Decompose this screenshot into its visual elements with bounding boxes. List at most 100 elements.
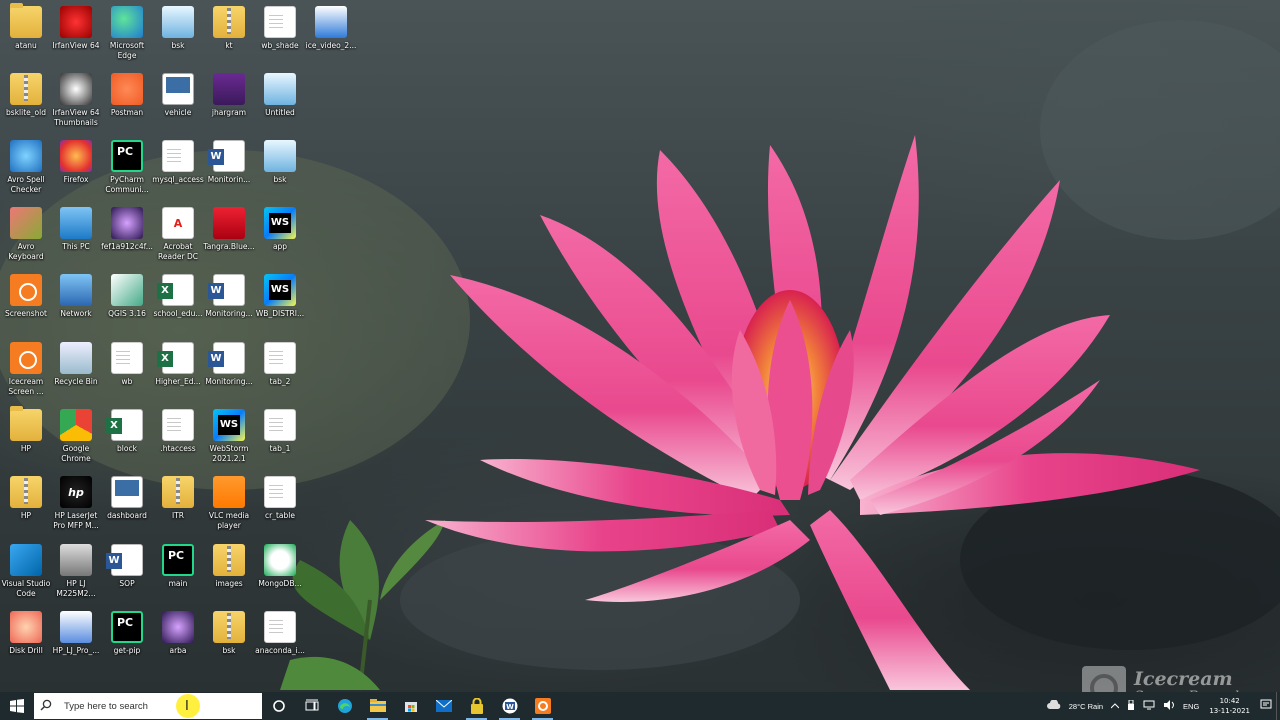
zip-folder-icon [10,73,42,105]
desktop-icon[interactable]: IrfanView 64 [51,2,101,64]
desktop-icon[interactable]: cr_table [255,472,305,534]
desktop-icon[interactable]: Untitled [255,69,305,131]
desktop-icon[interactable]: hp HP LaserJet Pro MFP M... [51,472,101,534]
desktop-icon[interactable]: Tangra.Blue... [203,203,255,265]
weather-text[interactable]: 28°C Rain [1069,702,1103,711]
desktop-icon[interactable]: bsk [255,136,305,198]
desktop-icon[interactable]: Firefox [51,136,101,198]
desktop-icon[interactable]: vehicle [153,69,203,131]
lock-app-icon[interactable] [460,692,493,720]
desktop-icon-label: main [168,579,188,588]
desktop-icon[interactable]: Monitorin... [204,136,254,198]
desktop-icon[interactable]: MongoDB... [255,540,305,602]
desktop-icon[interactable]: HP LJ M225M2... [51,540,101,602]
windows-start-icon[interactable] [0,692,33,720]
desktop-icon[interactable]: tab_2 [255,338,305,400]
edge-taskbar-icon[interactable] [328,692,361,720]
desktop-icon[interactable]: WS app [255,203,305,265]
desktop-icon[interactable]: anaconda_i... [255,607,305,669]
desktop-icon[interactable]: Screenshot [1,270,51,332]
desktop-icon[interactable]: ice_video_2... [306,2,356,64]
desktop-icon[interactable]: arba [153,607,203,669]
desktop-icon[interactable]: Microsoft Edge [102,2,152,64]
desktop-icon[interactable]: Visual Studio Code [1,540,51,602]
desktop-icon[interactable]: Higher_Ed... [153,338,203,400]
desktop-icon-label: MongoDB... [258,579,302,588]
desktop-icon-label: Disk Drill [9,646,43,655]
file-explorer-icon[interactable] [361,692,394,720]
desktop-icon[interactable]: dashboard [102,472,152,534]
word-file-icon [208,140,245,172]
desktop-icon[interactable]: HP [1,472,51,534]
desktop-icon[interactable]: fef1a912c4f... [101,203,153,265]
desktop-icon[interactable]: SOP [102,540,152,602]
zip-folder-icon [213,6,245,38]
desktop-icon[interactable]: ITR [153,472,203,534]
desktop-icon[interactable]: A Acrobat Reader DC [153,203,203,265]
this-pc-icon [60,207,92,239]
desktop-icon[interactable]: .htaccess [153,405,203,467]
desktop-icon[interactable]: Recycle Bin [51,338,101,400]
mail-icon[interactable] [427,692,460,720]
desktop-icon-label: get-pip [113,646,141,655]
desktop-icon[interactable]: HP [1,405,51,467]
desktop-icon[interactable]: PC PyCharm Communi... [102,136,152,198]
show-desktop-button[interactable] [1276,692,1280,720]
search-box[interactable]: Type here to search I [34,693,262,719]
desktop-icon[interactable]: school_edu... [153,270,203,332]
desktop-icon[interactable]: Postman [102,69,152,131]
desktop-icon[interactable]: images [204,540,254,602]
desktop-icon[interactable]: wb [102,338,152,400]
notification-icon[interactable] [1260,699,1272,713]
desktop-icon[interactable]: bsklite_old [1,69,51,131]
desktop-icon[interactable]: mysql_access [152,136,204,198]
desktop-icon[interactable]: WS WB_DISTRI... [255,270,305,332]
desktop-icon-label: HP [20,511,32,520]
word-taskbar-icon[interactable]: W [493,692,526,720]
desktop-icon[interactable]: PC main [153,540,203,602]
desktop-icon[interactable]: VLC media player [204,472,254,534]
desktop-icon[interactable]: Network [51,270,101,332]
desktop-icon[interactable]: Monitoring... [204,338,254,400]
desktop-icon[interactable]: bsk [153,2,203,64]
desktop-icon[interactable]: jhargram [204,69,254,131]
desktop-icon-label: app [272,242,288,251]
desktop-icon[interactable]: wb_shade [255,2,305,64]
clock-date: 13-11-2021 [1209,707,1250,715]
desktop-icon[interactable]: This PC [51,203,101,265]
hp-printer-tool-icon [60,611,92,643]
network-wifi-icon[interactable] [1143,700,1155,712]
desktop-icon[interactable]: Google Chrome [51,405,101,467]
desktop-icon-label: cr_table [265,511,295,520]
icecream-recorder-icon[interactable] [526,692,559,720]
desktop-icon[interactable]: block [102,405,152,467]
cortana-icon[interactable] [262,692,295,720]
taskbar: Type here to search I W 28°C Rain ENG 10… [0,692,1280,720]
desktop-icon[interactable]: Icecream Screen ... [1,338,51,400]
desktop-icon[interactable]: QGIS 3.16 [102,270,152,332]
desktop-icon[interactable]: kt [204,2,254,64]
zip-document-icon [264,342,296,374]
desktop-icon[interactable]: IrfanView 64 Thumbnails [51,69,101,131]
desktop-icon[interactable]: tab_1 [255,405,305,467]
desktop-icon[interactable]: Monitoring... [204,270,254,332]
desktop-icon[interactable]: Disk Drill [1,607,51,669]
weather-icon[interactable] [1046,699,1061,712]
desktop-icon[interactable]: bsk [204,607,254,669]
desktop-icon-label: bsk [273,175,287,184]
volume-icon[interactable] [1163,700,1175,712]
task-view-icon[interactable] [295,692,328,720]
desktop-icon[interactable]: atanu [1,2,51,64]
language-indicator[interactable]: ENG [1183,702,1199,711]
desktop-icon-label: Microsoft Edge [109,41,145,60]
desktop-icon-label: Avro Spell Checker [7,175,45,194]
desktop-icon[interactable]: Avro Keyboard [1,203,51,265]
desktop-icon[interactable]: WS WebStorm 2021.2.1 [204,405,254,467]
desktop-icon[interactable]: HP_LJ_Pro_... [51,607,101,669]
chevron-up-icon[interactable] [1110,702,1120,711]
clock[interactable]: 10:42 13-11-2021 [1209,696,1250,716]
usb-icon[interactable] [1127,699,1135,712]
store-icon[interactable] [394,692,427,720]
desktop-icon[interactable]: Avro Spell Checker [1,136,51,198]
desktop-icon[interactable]: PC get-pip [102,607,152,669]
